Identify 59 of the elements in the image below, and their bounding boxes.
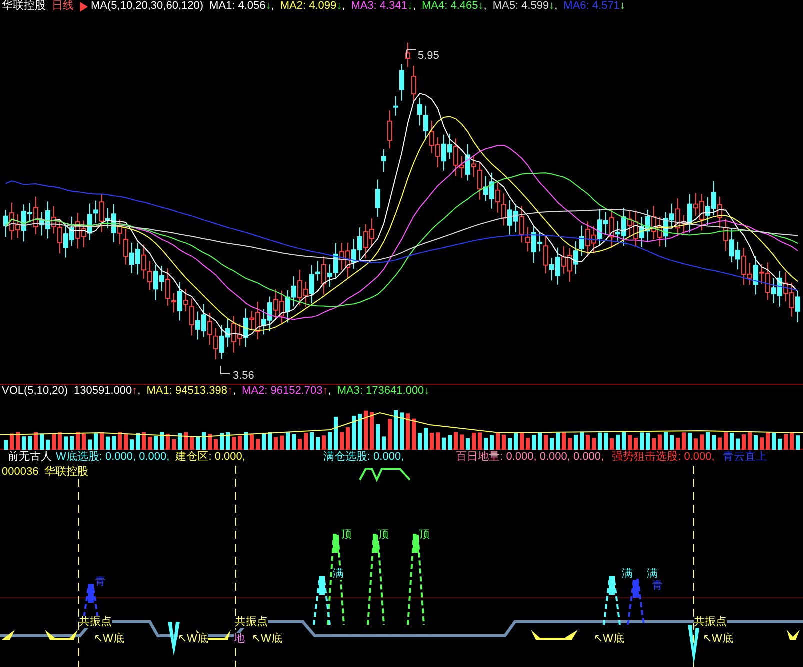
stock-title: 华联控股	[2, 0, 46, 13]
indicator-reading: 满仓选股: 0.000,	[323, 450, 404, 464]
indicator-reading: MA3: 173641.000	[337, 385, 424, 398]
signal-label: 顶	[378, 529, 389, 541]
signal-label: 共振点	[694, 616, 727, 628]
trend-arrow-icon: ↓	[424, 385, 430, 398]
trend-arrow-icon: ↓	[478, 0, 484, 13]
signal-label: 满	[333, 568, 344, 580]
separator: ,	[342, 0, 346, 13]
indicator-reading: MA3: 4.341	[351, 0, 408, 13]
indicator-reading: MA6: 4.571	[564, 0, 620, 13]
indicator-name: MA(5,10,20,30,60,120)	[91, 0, 204, 13]
separator: ,	[232, 385, 236, 398]
indicator-reading: MA1: 4.056	[210, 0, 266, 13]
signal-label: 顶	[419, 529, 430, 541]
separator: ,	[138, 385, 141, 398]
indicator-reading: 前无古人	[8, 450, 52, 464]
separator: ,	[328, 385, 332, 398]
signal-label: ↖W底	[94, 633, 124, 645]
indicator-reading: MA1: 94513.398	[146, 385, 228, 398]
indicator-reading: MA4: 4.465	[422, 0, 478, 13]
low-price-label: 3.56	[233, 370, 254, 382]
separator: ,	[412, 0, 416, 13]
signal-label: ↖W底	[703, 633, 734, 645]
signal-label: ↖W底	[178, 633, 208, 645]
signal-label: 满	[622, 568, 633, 580]
separator: ,	[554, 0, 558, 13]
indicator-reading: MA2: 96152.703	[242, 385, 323, 398]
indicator-reading: W底选股: 0.000, 0.000,	[56, 450, 170, 464]
signal-label: 地	[234, 633, 245, 645]
indicator-name: VOL(5,10,20)	[2, 385, 68, 398]
indicator-reading: 青云直上	[722, 450, 767, 464]
trend-arrow-icon: ↓	[620, 0, 626, 13]
signal-label: 顶	[341, 529, 352, 541]
signal-label: 满	[647, 568, 658, 580]
indicator-reading: MA2: 4.099	[280, 0, 337, 13]
signal-label: ↖W底	[594, 633, 624, 645]
trend-arrow-icon: ↑	[322, 385, 328, 398]
indicator-reading: 130591.000	[74, 385, 132, 398]
indicator-reading: 百日地量: 0.000, 0.000, 0.000,	[456, 450, 604, 464]
trend-arrow-icon: ↓	[407, 0, 413, 13]
trend-arrow-icon: ↓	[336, 0, 342, 13]
trend-arrow-icon: ↓	[549, 0, 555, 13]
stock-code: 000036	[2, 465, 39, 479]
indicator-reading: 建仓区: 0.000,	[176, 450, 246, 464]
separator: ,	[484, 0, 487, 13]
signal-label: 共振点	[235, 616, 268, 628]
signal-label: 共振点	[79, 616, 112, 628]
signal-label: ↖W底	[252, 633, 282, 645]
high-price-label: 5.95	[418, 50, 440, 62]
trend-arrow-icon: ↑	[227, 385, 233, 398]
indicator-reading: MA5: 4.599	[492, 0, 550, 13]
signal-label: 青	[95, 576, 106, 588]
period-label: 日线	[52, 0, 74, 13]
trend-arrow-icon: ↑	[132, 385, 138, 398]
indicator-reading: 强势狙击选股: 0.000,	[612, 450, 715, 464]
signal-label: 青	[652, 580, 663, 592]
separator: ,	[271, 0, 274, 13]
trend-arrow-icon: ↓	[266, 0, 272, 13]
